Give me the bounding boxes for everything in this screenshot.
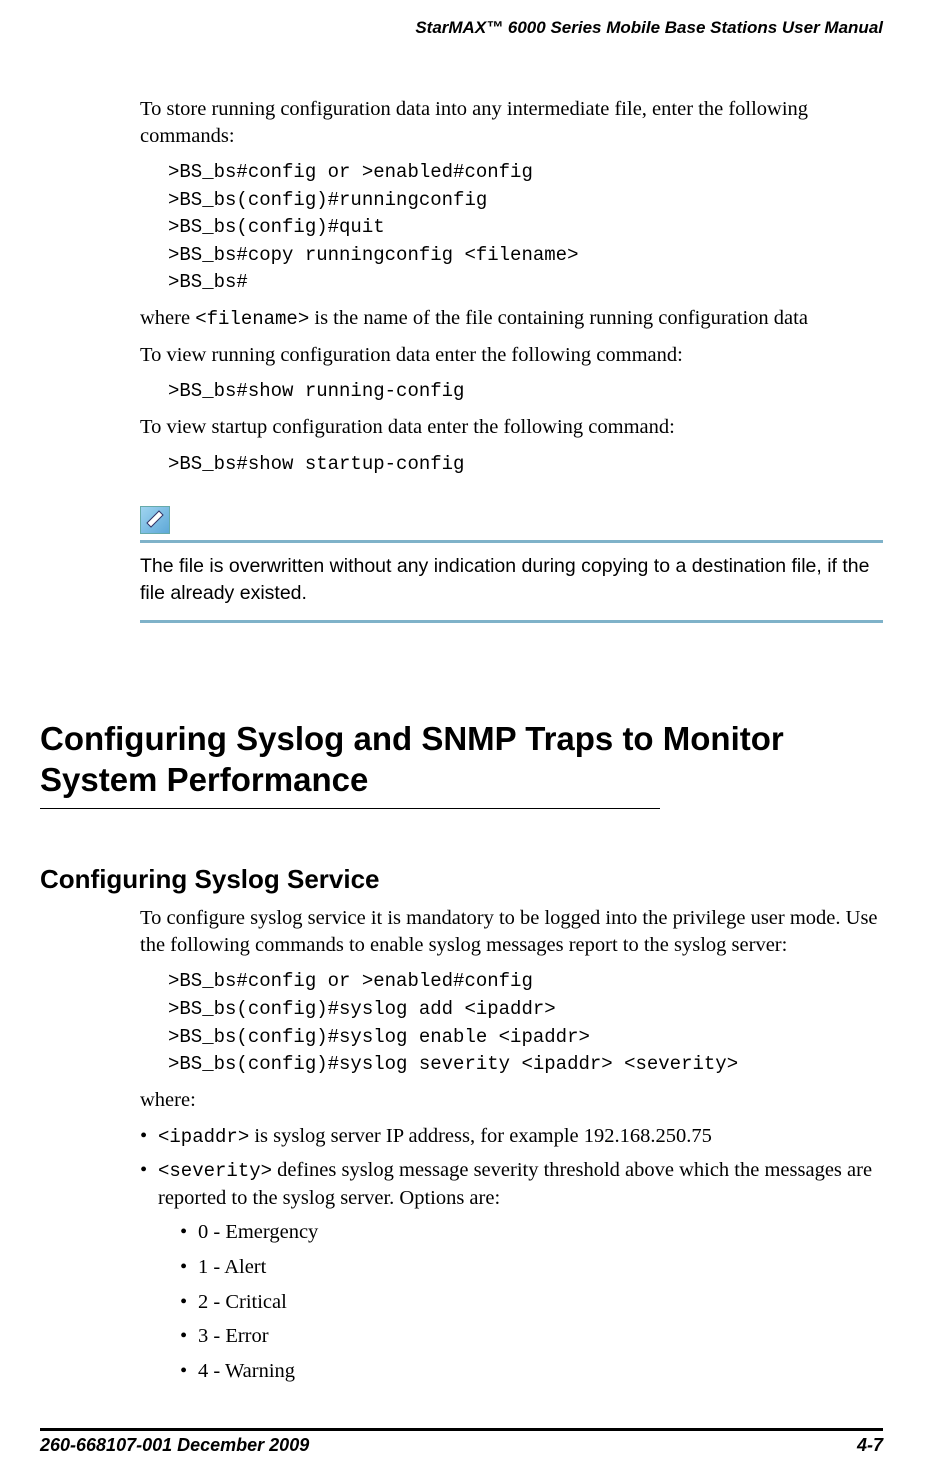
page-content: To store running configuration data into…: [40, 90, 883, 1392]
footer-rule: [40, 1428, 883, 1431]
list-item: 2 - Critical: [180, 1288, 883, 1317]
text: is the name of the file containing runni…: [309, 307, 808, 329]
section-heading-syslog-snmp: Configuring Syslog and SNMP Traps to Mon…: [40, 718, 883, 801]
cmd-line: >BS_bs#show running-config: [168, 378, 883, 406]
cmd-line: >BS_bs#show startup-config: [168, 451, 883, 479]
cmd-line: >BS_bs(config)#syslog enable <ipaddr>: [168, 1024, 883, 1052]
cmd-line: >BS_bs(config)#runningconfig: [168, 187, 883, 215]
where-list: <ipaddr> is syslog server IP address, fo…: [140, 1123, 883, 1385]
view-running-intro: To view running configuration data enter…: [140, 342, 883, 369]
cmd-line: >BS_bs(config)#syslog add <ipaddr>: [168, 996, 883, 1024]
list-item: 1 - Alert: [180, 1253, 883, 1282]
note-box: The file is overwritten without any indi…: [140, 506, 883, 623]
syslog-intro: To configure syslog service it is mandat…: [140, 905, 883, 958]
list-item: 0 - Emergency: [180, 1218, 883, 1247]
list-item: 3 - Error: [180, 1322, 883, 1351]
note-divider-top: [140, 540, 883, 543]
page-footer: 260-668107-001 December 2009 4-7: [40, 1428, 883, 1456]
severity-list: 0 - Emergency 1 - Alert 2 - Critical 3 -…: [180, 1218, 883, 1385]
footer-doc-id: 260-668107-001 December 2009: [40, 1435, 309, 1456]
view-startup-intro: To view startup configuration data enter…: [140, 414, 883, 441]
list-item: <severity> defines syslog message severi…: [140, 1157, 883, 1386]
store-config-intro: To store running configuration data into…: [140, 96, 883, 149]
note-icon: [140, 506, 170, 534]
text: where: [140, 307, 195, 329]
filename-param: <filename>: [195, 308, 309, 330]
cmd-line: >BS_bs(config)#quit: [168, 214, 883, 242]
view-startup-command: >BS_bs#show startup-config: [168, 451, 883, 479]
where-label: where:: [140, 1087, 883, 1114]
text: is syslog server IP address, for example…: [249, 1125, 712, 1147]
view-running-command: >BS_bs#show running-config: [168, 378, 883, 406]
ipaddr-param: <ipaddr>: [158, 1126, 249, 1148]
cmd-line: >BS_bs#config or >enabled#config: [168, 159, 883, 187]
subsection-heading-syslog: Configuring Syslog Service: [40, 864, 883, 895]
list-item: <ipaddr> is syslog server IP address, fo…: [140, 1123, 883, 1151]
cmd-line: >BS_bs#: [168, 269, 883, 297]
where-filename: where <filename> is the name of the file…: [140, 305, 883, 332]
cmd-line: >BS_bs#config or >enabled#config: [168, 968, 883, 996]
page-header: StarMAX™ 6000 Series Mobile Base Station…: [415, 18, 883, 38]
cmd-line: >BS_bs(config)#syslog severity <ipaddr> …: [168, 1051, 883, 1079]
footer-page-number: 4-7: [857, 1435, 883, 1456]
syslog-commands: >BS_bs#config or >enabled#config >BS_bs(…: [168, 968, 883, 1078]
severity-param: <severity>: [158, 1160, 272, 1182]
store-config-commands: >BS_bs#config or >enabled#config >BS_bs(…: [168, 159, 883, 297]
cmd-line: >BS_bs#copy runningconfig <filename>: [168, 242, 883, 270]
note-text: The file is overwritten without any indi…: [140, 553, 883, 608]
list-item: 4 - Warning: [180, 1357, 883, 1386]
